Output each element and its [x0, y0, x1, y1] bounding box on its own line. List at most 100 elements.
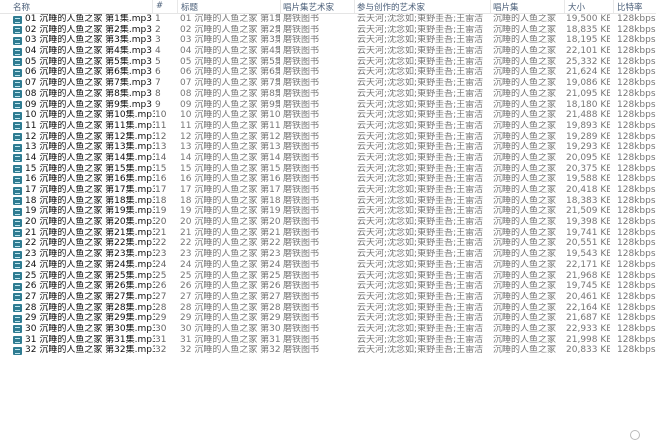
- table-row[interactable]: 20 沉睡的人鱼之家 第20集.mp3 20 20 沉睡的人鱼之家 第20集 磨铁图书…: [0, 217, 656, 228]
- file-size: 25,332 KB: [566, 56, 610, 67]
- file-size: 21,968 KB: [566, 270, 610, 281]
- album-artist: 磨铁图书: [283, 259, 320, 270]
- column-header-album-artist[interactable]: 唱片集艺术家: [283, 1, 334, 13]
- file-size: 20,375 KB: [566, 163, 610, 174]
- contributing-artists: 云天河;沈念如;東野圭吾;王雷洁: [357, 67, 484, 78]
- file-name: 08 沉睡的人鱼之家 第8集.mp3: [25, 88, 152, 99]
- table-row[interactable]: 08 沉睡的人鱼之家 第8集.mp3 8 08 沉睡的人鱼之家 第8集 磨铁图书 云天河…: [0, 89, 656, 100]
- column-divider[interactable]: [354, 0, 355, 13]
- file-name: 30 沉睡的人鱼之家 第30集.mp3: [25, 323, 155, 334]
- bitrate: 128kbps: [617, 334, 656, 345]
- mp3-file-icon: [13, 47, 22, 56]
- table-row[interactable]: 16 沉睡的人鱼之家 第16集.mp3 16 16 沉睡的人鱼之家 第16集 磨铁图书…: [0, 174, 656, 185]
- track-title: 04 沉睡的人鱼之家 第4集: [180, 46, 280, 57]
- contributing-artists: 云天河;沈念如;東野圭吾;王雷洁: [357, 227, 484, 238]
- file-size: 21,998 KB: [566, 334, 610, 345]
- track-number: 19: [155, 206, 167, 217]
- table-row[interactable]: 21 沉睡的人鱼之家 第21集.mp3 21 21 沉睡的人鱼之家 第21集 磨铁图书…: [0, 228, 656, 239]
- bitrate: 128kbps: [617, 217, 656, 228]
- column-header-name[interactable]: 名称: [13, 1, 30, 13]
- album-name: 沉睡的人鱼之家: [493, 46, 557, 57]
- table-row[interactable]: 06 沉睡的人鱼之家 第6集.mp3 6 06 沉睡的人鱼之家 第6集 磨铁图书 云天河…: [0, 67, 656, 78]
- file-list: 01 沉睡的人鱼之家 第1集.mp3 1 01 沉睡的人鱼之家 第1集 磨铁图书 云天河…: [0, 14, 656, 439]
- bitrate: 128kbps: [617, 163, 656, 174]
- table-row[interactable]: 09 沉睡的人鱼之家 第9集.mp3 9 09 沉睡的人鱼之家 第9集 磨铁图书 云天河…: [0, 100, 656, 111]
- album-name: 沉睡的人鱼之家: [493, 174, 557, 185]
- column-divider[interactable]: [177, 0, 178, 13]
- file-size: 21,509 KB: [566, 206, 610, 217]
- contributing-artists: 云天河;沈念如;東野圭吾;王雷洁: [357, 238, 484, 249]
- column-header-contributing-artists[interactable]: 参与创作的艺术家: [357, 1, 425, 13]
- table-row[interactable]: 14 沉睡的人鱼之家 第14集.mp3 14 14 沉睡的人鱼之家 第14集 磨铁图书…: [0, 153, 656, 164]
- table-row[interactable]: 22 沉睡的人鱼之家 第22集.mp3 22 22 沉睡的人鱼之家 第22集 磨铁图书…: [0, 238, 656, 249]
- file-size: 18,835 KB: [566, 24, 610, 35]
- track-title: 02 沉睡的人鱼之家 第2集: [180, 24, 280, 35]
- album-artist: 磨铁图书: [283, 35, 320, 46]
- track-number: 22: [155, 238, 167, 249]
- table-row[interactable]: 28 沉睡的人鱼之家 第28集.mp3 28 28 沉睡的人鱼之家 第28集 磨铁图书…: [0, 303, 656, 314]
- track-number: 29: [155, 313, 167, 324]
- table-row[interactable]: 17 沉睡的人鱼之家 第17集.mp3 17 17 沉睡的人鱼之家 第17集 磨铁图书…: [0, 185, 656, 196]
- album-name: 沉睡的人鱼之家: [493, 195, 557, 206]
- album-name: 沉睡的人鱼之家: [493, 281, 557, 292]
- track-number: 6: [155, 67, 161, 78]
- table-row[interactable]: 04 沉睡的人鱼之家 第4集.mp3 4 04 沉睡的人鱼之家 第4集 磨铁图书 云天河…: [0, 46, 656, 57]
- track-number: 14: [155, 152, 167, 163]
- column-divider[interactable]: [280, 0, 281, 13]
- bitrate: 128kbps: [617, 249, 656, 260]
- table-row[interactable]: 30 沉睡的人鱼之家 第30集.mp3 30 30 沉睡的人鱼之家 第30集 磨铁图书…: [0, 324, 656, 335]
- column-header-number[interactable]: #: [156, 1, 163, 11]
- table-row[interactable]: 31 沉睡的人鱼之家 第31集.mp3 31 31 沉睡的人鱼之家 第31集 磨铁图书…: [0, 335, 656, 346]
- album-name: 沉睡的人鱼之家: [493, 206, 557, 217]
- column-divider[interactable]: [490, 0, 491, 13]
- track-number: 12: [155, 131, 167, 142]
- table-row[interactable]: 26 沉睡的人鱼之家 第26集.mp3 26 26 沉睡的人鱼之家 第26集 磨铁图书…: [0, 281, 656, 292]
- mp3-file-icon: [13, 261, 22, 270]
- album-artist: 磨铁图书: [283, 174, 320, 185]
- track-number: 17: [155, 185, 167, 195]
- table-row[interactable]: 11 沉睡的人鱼之家 第11集.mp3 11 11 沉睡的人鱼之家 第11集 磨铁图书…: [0, 121, 656, 132]
- album-artist: 磨铁图书: [283, 24, 320, 35]
- table-row[interactable]: 01 沉睡的人鱼之家 第1集.mp3 1 01 沉睡的人鱼之家 第1集 磨铁图书 云天河…: [0, 14, 656, 25]
- table-row[interactable]: 02 沉睡的人鱼之家 第2集.mp3 2 02 沉睡的人鱼之家 第2集 磨铁图书 云天河…: [0, 25, 656, 36]
- table-row[interactable]: 27 沉睡的人鱼之家 第27集.mp3 27 27 沉睡的人鱼之家 第27集 磨铁图书…: [0, 292, 656, 303]
- table-row[interactable]: 24 沉睡的人鱼之家 第24集.mp3 24 24 沉睡的人鱼之家 第24集 磨铁图书…: [0, 260, 656, 271]
- table-row[interactable]: 15 沉睡的人鱼之家 第15集.mp3 15 15 沉睡的人鱼之家 第15集 磨铁图书…: [0, 164, 656, 175]
- table-row[interactable]: 25 沉睡的人鱼之家 第25集.mp3 25 25 沉睡的人鱼之家 第25集 磨铁图书…: [0, 271, 656, 282]
- bitrate: 128kbps: [617, 291, 656, 302]
- table-row[interactable]: 19 沉睡的人鱼之家 第19集.mp3 19 19 沉睡的人鱼之家 第19集 磨铁图书…: [0, 206, 656, 217]
- table-row[interactable]: 32 沉睡的人鱼之家 第32集.mp3 32 32 沉睡的人鱼之家 第32集 磨铁图书…: [0, 345, 656, 356]
- file-name: 17 沉睡的人鱼之家 第17集.mp3: [25, 185, 155, 195]
- table-row[interactable]: 10 沉睡的人鱼之家 第10集.mp3 10 10 沉睡的人鱼之家 第10集 磨铁图书…: [0, 110, 656, 121]
- column-divider[interactable]: [152, 0, 153, 13]
- album-name: 沉睡的人鱼之家: [493, 35, 557, 46]
- table-row[interactable]: 18 沉睡的人鱼之家 第18集.mp3 18 18 沉睡的人鱼之家 第18集 磨铁图书…: [0, 196, 656, 207]
- table-row[interactable]: 12 沉睡的人鱼之家 第12集.mp3 12 12 沉睡的人鱼之家 第12集 磨铁图书…: [0, 132, 656, 143]
- column-header-size[interactable]: 大小: [568, 1, 585, 13]
- file-size: 19,500 KB: [566, 14, 610, 24]
- table-row[interactable]: 13 沉睡的人鱼之家 第13集.mp3 13 13 沉睡的人鱼之家 第13集 磨铁图书…: [0, 142, 656, 153]
- contributing-artists: 云天河;沈念如;東野圭吾;王雷洁: [357, 302, 484, 313]
- table-row[interactable]: 23 沉睡的人鱼之家 第23集.mp3 23 23 沉睡的人鱼之家 第23集 磨铁图书…: [0, 249, 656, 260]
- file-size: 22,101 KB: [566, 46, 610, 57]
- table-row[interactable]: 05 沉睡的人鱼之家 第5集.mp3 5 05 沉睡的人鱼之家 第5集 磨铁图书 云天河…: [0, 57, 656, 68]
- album-artist: 磨铁图书: [283, 270, 320, 281]
- album-name: 沉睡的人鱼之家: [493, 323, 557, 334]
- album-name: 沉睡的人鱼之家: [493, 345, 557, 356]
- column-header-bitrate[interactable]: 比特率: [617, 1, 643, 13]
- column-header-title[interactable]: 标题: [181, 1, 198, 13]
- contributing-artists: 云天河;沈念如;東野圭吾;王雷洁: [357, 152, 484, 163]
- column-divider[interactable]: [564, 0, 565, 13]
- album-name: 沉睡的人鱼之家: [493, 99, 557, 110]
- bitrate: 128kbps: [617, 46, 656, 57]
- mp3-file-icon: [13, 314, 22, 323]
- bitrate: 128kbps: [617, 35, 656, 46]
- contributing-artists: 云天河;沈念如;東野圭吾;王雷洁: [357, 281, 484, 292]
- column-divider[interactable]: [613, 0, 614, 13]
- track-number: 7: [155, 78, 161, 89]
- column-header-album[interactable]: 唱片集: [493, 1, 519, 13]
- table-row[interactable]: 03 沉睡的人鱼之家 第3集.mp3 3 03 沉睡的人鱼之家 第3集 磨铁图书 云天河…: [0, 35, 656, 46]
- bitrate: 128kbps: [617, 174, 656, 185]
- table-row[interactable]: 07 沉睡的人鱼之家 第7集.mp3 7 07 沉睡的人鱼之家 第7集 磨铁图书 云天河…: [0, 78, 656, 89]
- table-row[interactable]: 29 沉睡的人鱼之家 第29集.mp3 29 29 沉睡的人鱼之家 第29集 磨铁图书…: [0, 313, 656, 324]
